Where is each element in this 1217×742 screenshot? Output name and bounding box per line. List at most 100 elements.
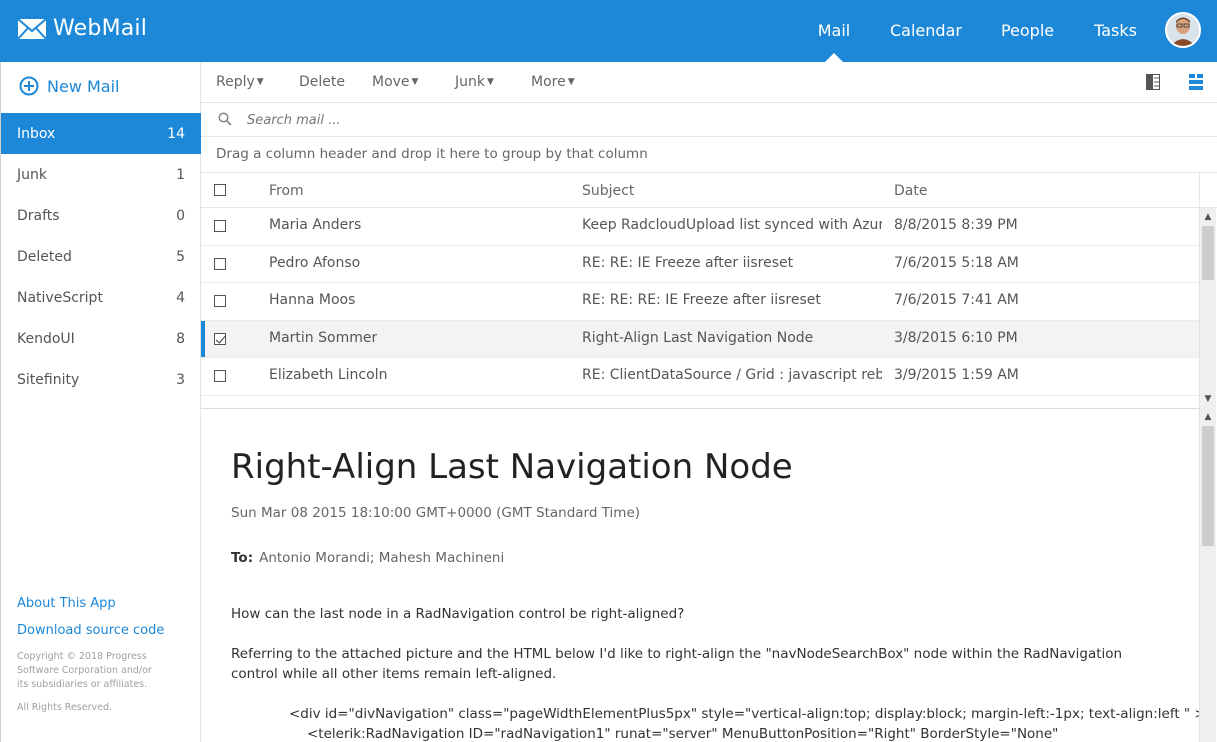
junk-label: Junk bbox=[455, 74, 485, 90]
table-row[interactable]: Elizabeth Lincoln RE: ClientDataSource /… bbox=[201, 358, 1199, 396]
caret-down-icon: ▼ bbox=[486, 77, 494, 87]
folder-sitefinity[interactable]: Sitefinity 3 bbox=[1, 359, 201, 400]
delete-button[interactable]: Delete bbox=[299, 74, 345, 90]
cell-date: 8/8/2015 8:39 PM bbox=[894, 217, 1018, 233]
more-label: More bbox=[531, 74, 566, 90]
envelope-icon bbox=[17, 17, 47, 40]
message-paragraph: Referring to the attached picture and th… bbox=[231, 646, 1123, 682]
select-all-checkbox[interactable] bbox=[214, 184, 226, 196]
sidebar-footer: About This App Download source code Copy… bbox=[17, 596, 197, 713]
main-content: Reply ▼ Delete Move ▼ Junk ▼ More ▼ Sear… bbox=[201, 62, 1217, 742]
table-row-selected[interactable]: Martin Sommer Right-Align Last Navigatio… bbox=[201, 320, 1199, 358]
message-paragraph: How can the last node in a RadNavigation… bbox=[231, 606, 685, 622]
folder-drafts[interactable]: Drafts 0 bbox=[1, 195, 201, 236]
app-title: WebMail bbox=[53, 16, 148, 41]
reading-scrollbar[interactable]: ▲ bbox=[1199, 408, 1216, 742]
user-avatar[interactable] bbox=[1165, 12, 1201, 48]
reply-button[interactable]: Reply ▼ bbox=[216, 74, 264, 90]
search-input[interactable] bbox=[247, 109, 847, 131]
column-header-date[interactable]: Date bbox=[894, 183, 927, 199]
nav-tasks[interactable]: Tasks bbox=[1094, 0, 1137, 62]
column-header-from[interactable]: From bbox=[269, 183, 304, 199]
folder-label: Deleted bbox=[17, 248, 72, 265]
cell-date: 7/6/2015 5:18 AM bbox=[894, 254, 1019, 271]
cell-from: Maria Anders bbox=[269, 217, 362, 233]
more-button[interactable]: More ▼ bbox=[531, 74, 575, 90]
to-label: To: bbox=[231, 550, 254, 566]
folder-junk[interactable]: Junk 1 bbox=[1, 154, 201, 195]
junk-button[interactable]: Junk ▼ bbox=[455, 74, 494, 90]
scroll-down-icon[interactable]: ▼ bbox=[1200, 392, 1216, 406]
cell-from: Pedro Afonso bbox=[269, 254, 361, 271]
folder-label: Drafts bbox=[17, 207, 60, 224]
folder-count: 8 bbox=[176, 330, 185, 347]
message-code-line: <div id="divNavigation" class="pageWidth… bbox=[289, 706, 1199, 722]
caret-down-icon: ▼ bbox=[411, 77, 419, 87]
reading-pane: Right-Align Last Navigation Node Sun Mar… bbox=[201, 408, 1199, 742]
reading-scrollbar-thumb[interactable] bbox=[1202, 426, 1214, 546]
folder-label: Junk bbox=[17, 166, 47, 183]
search-bar bbox=[201, 103, 1217, 137]
reading-pane-bottom-icon[interactable] bbox=[1189, 74, 1203, 90]
folder-count: 3 bbox=[176, 371, 185, 388]
nav-people[interactable]: People bbox=[1001, 0, 1054, 62]
message-list: Maria Anders Keep RadcloudUpload list sy… bbox=[201, 208, 1199, 408]
row-checkbox[interactable] bbox=[214, 220, 226, 232]
table-row[interactable]: Maria Anders Keep RadcloudUpload list sy… bbox=[201, 208, 1199, 246]
message-code-line: <telerik:RadNavigation ID="radNavigation… bbox=[307, 726, 1059, 742]
folder-count: 1 bbox=[176, 166, 185, 183]
new-mail-label: New Mail bbox=[47, 76, 120, 96]
cell-subject: RE: ClientDataSource / Grid : javascript… bbox=[582, 367, 882, 383]
folder-nativescript[interactable]: NativeScript 4 bbox=[1, 277, 201, 318]
download-source-link[interactable]: Download source code bbox=[17, 623, 197, 638]
folder-deleted[interactable]: Deleted 5 bbox=[1, 236, 201, 277]
delete-label: Delete bbox=[299, 74, 345, 90]
row-checkbox[interactable] bbox=[214, 332, 226, 345]
plus-circle-icon bbox=[19, 76, 39, 96]
row-checkbox[interactable] bbox=[214, 257, 226, 270]
to-value: Antonio Morandi; Mahesh Machineni bbox=[259, 550, 505, 566]
mail-toolbar: Reply ▼ Delete Move ▼ Junk ▼ More ▼ bbox=[201, 62, 1217, 103]
group-by-panel[interactable]: Drag a column header and drop it here to… bbox=[201, 137, 1217, 173]
folder-kendoui[interactable]: KendoUI 8 bbox=[1, 318, 201, 359]
column-header-subject[interactable]: Subject bbox=[582, 183, 634, 199]
rights-reserved-text: All Rights Reserved. bbox=[17, 702, 113, 713]
about-app-link[interactable]: About This App bbox=[17, 596, 197, 611]
cell-from: Hanna Moos bbox=[269, 292, 356, 308]
folder-label: NativeScript bbox=[17, 289, 103, 306]
folder-count: 0 bbox=[176, 207, 185, 224]
cell-date: 3/9/2015 1:59 AM bbox=[894, 367, 1019, 383]
folder-count: 4 bbox=[176, 289, 185, 306]
cell-from: Elizabeth Lincoln bbox=[269, 367, 388, 383]
scroll-up-icon[interactable]: ▲ bbox=[1200, 410, 1216, 424]
cell-subject: Right-Align Last Navigation Node bbox=[582, 329, 814, 346]
grid-scrollbar-thumb[interactable] bbox=[1202, 226, 1214, 280]
nav-mail[interactable]: Mail bbox=[800, 0, 868, 62]
table-row[interactable]: Hanna Moos RE: RE: RE: IE Freeze after i… bbox=[201, 283, 1199, 321]
reading-pane-right-icon[interactable] bbox=[1146, 74, 1160, 90]
folder-label: Sitefinity bbox=[17, 371, 80, 388]
row-checkbox[interactable] bbox=[214, 295, 226, 307]
cell-subject: RE: RE: RE: IE Freeze after iisreset bbox=[582, 292, 821, 308]
grid-scrollbar[interactable]: ▲ ▼ bbox=[1199, 208, 1216, 408]
nav-calendar[interactable]: Calendar bbox=[890, 0, 962, 62]
move-button[interactable]: Move ▼ bbox=[372, 74, 418, 90]
search-icon bbox=[218, 112, 232, 126]
message-recipients: To: Antonio Morandi; Mahesh Machineni bbox=[231, 550, 504, 566]
row-checkbox[interactable] bbox=[214, 370, 226, 382]
move-label: Move bbox=[372, 74, 410, 90]
folder-list: Inbox 14 Junk 1 Drafts 0 Deleted 5 Nativ… bbox=[1, 113, 201, 400]
app-header: WebMail Mail Calendar People Tasks bbox=[0, 0, 1217, 62]
cell-from: Martin Sommer bbox=[269, 329, 378, 346]
new-mail-button[interactable]: New Mail bbox=[19, 76, 119, 96]
message-body: How can the last node in a RadNavigation… bbox=[231, 604, 1199, 742]
folder-count: 14 bbox=[167, 125, 185, 142]
folder-label: KendoUI bbox=[17, 330, 75, 347]
scroll-up-icon[interactable]: ▲ bbox=[1200, 210, 1216, 224]
caret-down-icon: ▼ bbox=[567, 77, 575, 87]
table-row[interactable]: Pedro Afonso RE: RE: IE Freeze after iis… bbox=[201, 246, 1199, 283]
folder-inbox[interactable]: Inbox 14 bbox=[1, 113, 201, 154]
table-row[interactable] bbox=[201, 396, 1199, 408]
app-logo[interactable]: WebMail bbox=[17, 16, 147, 41]
copyright-text: Copyright © 2018 Progress Software Corpo… bbox=[17, 651, 152, 690]
